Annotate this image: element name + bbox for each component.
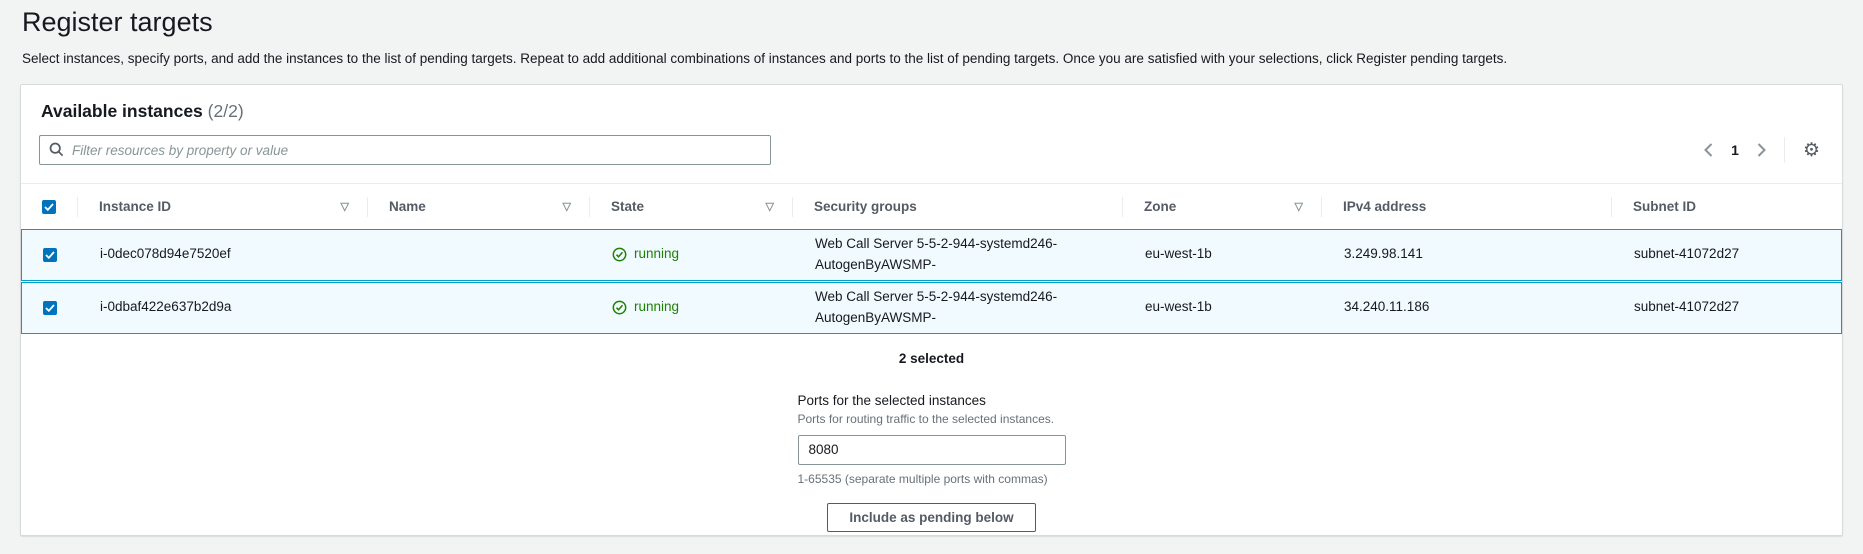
column-header-subnet-id: Subnet ID xyxy=(1611,184,1842,229)
select-all-checkbox[interactable] xyxy=(42,200,56,214)
column-label: IPv4 address xyxy=(1343,199,1426,214)
panel-title: Available instances xyxy=(41,101,203,121)
row-checkbox[interactable] xyxy=(43,301,57,315)
cell-state: running xyxy=(590,293,793,322)
cell-instance-id: i-0dbaf422e637b2d9a xyxy=(78,293,368,322)
cell-security-groups: Web Call Server 5-5-2-944-systemd246-Aut… xyxy=(793,230,1123,280)
table-row[interactable]: i-0dec078d94e7520ef running Web Call Serve… xyxy=(21,229,1842,281)
ports-hint-text: 1-65535 (separate multiple ports with co… xyxy=(798,472,1066,486)
running-status-icon xyxy=(612,247,627,262)
ports-help-text: Ports for routing traffic to the selecte… xyxy=(798,412,1066,426)
cell-ipv4: 34.240.11.186 xyxy=(1322,293,1612,322)
cell-zone: eu-west-1b xyxy=(1123,293,1322,322)
cell-name xyxy=(368,304,590,312)
cell-subnet: subnet-41072d27 xyxy=(1612,240,1841,269)
table-toolbar: 1 ⚙ xyxy=(21,122,1842,183)
page-title: Register targets xyxy=(22,7,1843,38)
cell-security-groups: Web Call Server 5-5-2-944-systemd246-Aut… xyxy=(793,283,1123,333)
cell-ipv4: 3.249.98.141 xyxy=(1322,240,1612,269)
column-header-name[interactable]: Name ▽ xyxy=(367,184,589,229)
search-icon xyxy=(49,142,64,162)
column-header-ipv4-address: IPv4 address xyxy=(1321,184,1611,229)
filter-triangle-icon[interactable]: ▽ xyxy=(563,200,571,213)
select-all-cell xyxy=(21,184,77,229)
cell-instance-id: i-0dec078d94e7520ef xyxy=(78,240,368,269)
table-body: i-0dec078d94e7520ef running Web Call Serve… xyxy=(21,229,1842,334)
panel-header: Available instances (2/2) xyxy=(21,85,1842,122)
cell-name xyxy=(368,251,590,259)
table-row[interactable]: i-0dbaf422e637b2d9a running Web Call Serve… xyxy=(21,282,1842,334)
chevron-left-icon xyxy=(1704,143,1713,157)
toolbar-divider xyxy=(1784,137,1785,163)
row-checkbox-cell xyxy=(22,301,78,315)
column-label: State xyxy=(611,199,644,214)
ports-label: Ports for the selected instances xyxy=(798,393,1066,408)
checkmark-icon xyxy=(45,304,55,312)
state-label: running xyxy=(634,297,679,318)
cell-zone: eu-west-1b xyxy=(1123,240,1322,269)
checkmark-icon xyxy=(45,251,55,259)
cell-state: running xyxy=(590,240,793,269)
column-header-instance-id[interactable]: Instance ID ▽ xyxy=(77,184,367,229)
filter-input[interactable] xyxy=(39,135,771,165)
checkmark-icon xyxy=(44,203,54,211)
cell-subnet: subnet-41072d27 xyxy=(1612,293,1841,322)
filter-triangle-icon[interactable]: ▽ xyxy=(766,200,774,213)
filter-field xyxy=(39,135,771,165)
column-header-zone[interactable]: Zone ▽ xyxy=(1122,184,1321,229)
include-as-pending-button[interactable]: Include as pending below xyxy=(827,503,1035,532)
pagination: 1 xyxy=(1702,141,1768,159)
column-header-security-groups: Security groups xyxy=(792,184,1122,229)
filter-triangle-icon[interactable]: ▽ xyxy=(341,200,349,213)
previous-page-button[interactable] xyxy=(1702,141,1715,159)
filter-triangle-icon[interactable]: ▽ xyxy=(1295,200,1303,213)
panel-count: (2/2) xyxy=(208,101,244,121)
row-checkbox-cell xyxy=(22,248,78,262)
current-page-number[interactable]: 1 xyxy=(1731,142,1739,158)
running-status-icon xyxy=(612,300,627,315)
page-description: Select instances, specify ports, and add… xyxy=(22,51,1843,66)
column-label: Name xyxy=(389,199,426,214)
column-label: Zone xyxy=(1144,199,1176,214)
settings-gear-icon[interactable]: ⚙ xyxy=(1801,141,1822,160)
column-label: Security groups xyxy=(814,199,917,214)
selected-summary: 2 selected xyxy=(21,351,1842,366)
column-label: Subnet ID xyxy=(1633,199,1696,214)
ports-input[interactable] xyxy=(798,435,1066,465)
state-label: running xyxy=(634,244,679,265)
column-label: Instance ID xyxy=(99,199,171,214)
row-checkbox[interactable] xyxy=(43,248,57,262)
ports-form: Ports for the selected instances Ports f… xyxy=(798,393,1066,532)
chevron-right-icon xyxy=(1757,143,1766,157)
next-page-button[interactable] xyxy=(1755,141,1768,159)
table-header-row: Instance ID ▽ Name ▽ State ▽ Security groups Zo… xyxy=(21,183,1842,229)
register-targets-page: Register targets Select instances, speci… xyxy=(0,7,1863,536)
column-header-state[interactable]: State ▽ xyxy=(589,184,792,229)
available-instances-panel: Available instances (2/2) 1 ⚙ xyxy=(20,84,1843,536)
